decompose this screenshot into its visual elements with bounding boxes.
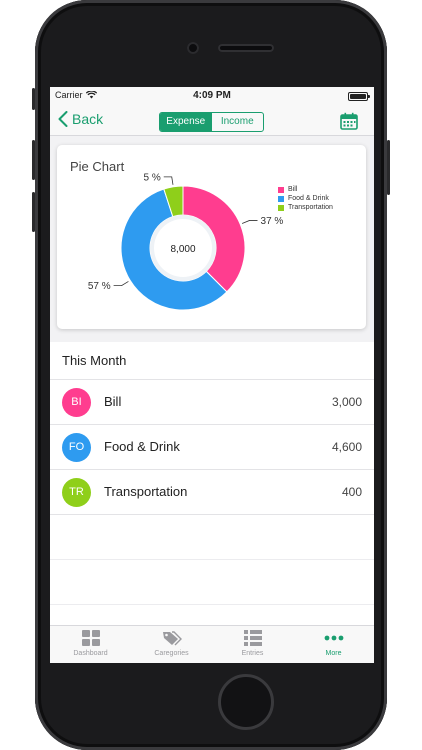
navigation-bar: Back Expense Income xyxy=(50,105,374,136)
tab-categories[interactable]: Caregories xyxy=(131,626,212,663)
category-name: Bill xyxy=(104,394,122,409)
status-bar: Carrier 4:09 PM xyxy=(50,87,374,105)
percent-label-food-drink: 57 % xyxy=(88,281,111,292)
power-button xyxy=(387,140,390,195)
segment-expense[interactable]: Expense xyxy=(160,113,212,131)
legend-label-transportation: Transportation xyxy=(288,204,333,211)
battery-icon xyxy=(348,92,370,101)
tag-icon xyxy=(162,631,182,646)
empty-row xyxy=(50,605,374,625)
tab-entries[interactable]: Entries xyxy=(212,626,293,663)
category-name: Food & Drink xyxy=(104,439,180,454)
list-item-food-drink[interactable]: FO Food & Drink 4,600 xyxy=(50,425,374,470)
category-list: BI Bill 3,000 FO Food & Drink 4,600 TR T… xyxy=(50,380,374,625)
segment-income[interactable]: Income xyxy=(212,113,264,131)
back-button[interactable]: Back xyxy=(58,111,103,127)
expense-income-segmented-control: Expense Income xyxy=(159,112,264,132)
tab-more[interactable]: More xyxy=(293,626,374,663)
tab-dashboard[interactable]: Dashboard xyxy=(50,626,131,663)
tab-label-more: More xyxy=(325,650,342,657)
leader-line xyxy=(113,281,129,287)
list-item-bill[interactable]: BI Bill 3,000 xyxy=(50,380,374,425)
avatar: BI xyxy=(62,388,91,417)
percent-label-bill: 37 % xyxy=(261,216,284,227)
empty-row xyxy=(50,560,374,605)
avatar: FO xyxy=(62,433,91,462)
tab-label-dashboard: Dashboard xyxy=(73,650,108,657)
chevron-left-icon xyxy=(58,111,68,127)
category-amount: 4,600 xyxy=(331,440,362,454)
avatar: TR xyxy=(62,478,91,507)
tab-label-categories: Caregories xyxy=(154,650,189,657)
leader-line xyxy=(241,220,258,224)
legend-item-transportation: Transportation xyxy=(278,203,333,212)
section-title: This Month xyxy=(62,353,127,368)
camera-icon xyxy=(187,42,199,54)
calendar-icon[interactable] xyxy=(340,112,358,130)
mute-switch xyxy=(32,88,35,110)
more-icon xyxy=(324,635,343,641)
category-amount: 400 xyxy=(341,485,362,499)
back-label: Back xyxy=(72,111,104,127)
volume-up-button xyxy=(32,140,35,180)
section-header: This Month xyxy=(50,342,374,380)
app-screen: Carrier 4:09 PM Back Expense Income Pie … xyxy=(50,87,374,663)
volume-down-button xyxy=(32,192,35,232)
list-icon xyxy=(243,630,262,646)
pie-chart: 37 % 57 % 5 % 8,000 xyxy=(88,172,284,311)
chart-legend: Bill Food & Drink Transportation xyxy=(278,185,333,212)
legend-label-food-drink: Food & Drink xyxy=(288,195,329,202)
status-time: 4:09 PM xyxy=(193,90,231,101)
home-button[interactable] xyxy=(218,674,274,730)
empty-row xyxy=(50,515,374,560)
category-amount: 3,000 xyxy=(331,395,362,409)
category-name: Transportation xyxy=(104,484,188,499)
tab-label-entries: Entries xyxy=(241,650,264,657)
tab-bar: Dashboard Caregories Entries More xyxy=(50,625,374,663)
center-total-label: 8,000 xyxy=(170,244,195,255)
legend-label-bill: Bill xyxy=(288,186,298,193)
percent-label-transportation: 5 % xyxy=(144,172,161,183)
dashboard-icon xyxy=(81,630,100,646)
speaker-grille xyxy=(218,44,274,52)
legend-swatch-transportation xyxy=(278,204,284,211)
legend-swatch-food-drink xyxy=(278,195,284,202)
list-item-transportation[interactable]: TR Transportation 400 xyxy=(50,470,374,515)
legend-swatch-bill xyxy=(278,186,284,193)
pie-chart-card: Pie Chart 37 % 57 % 5 % 8,000 Bill Food & D… xyxy=(57,145,366,329)
leader-line xyxy=(163,176,174,185)
legend-item-food-drink: Food & Drink xyxy=(278,194,333,203)
legend-item-bill: Bill xyxy=(278,185,333,194)
